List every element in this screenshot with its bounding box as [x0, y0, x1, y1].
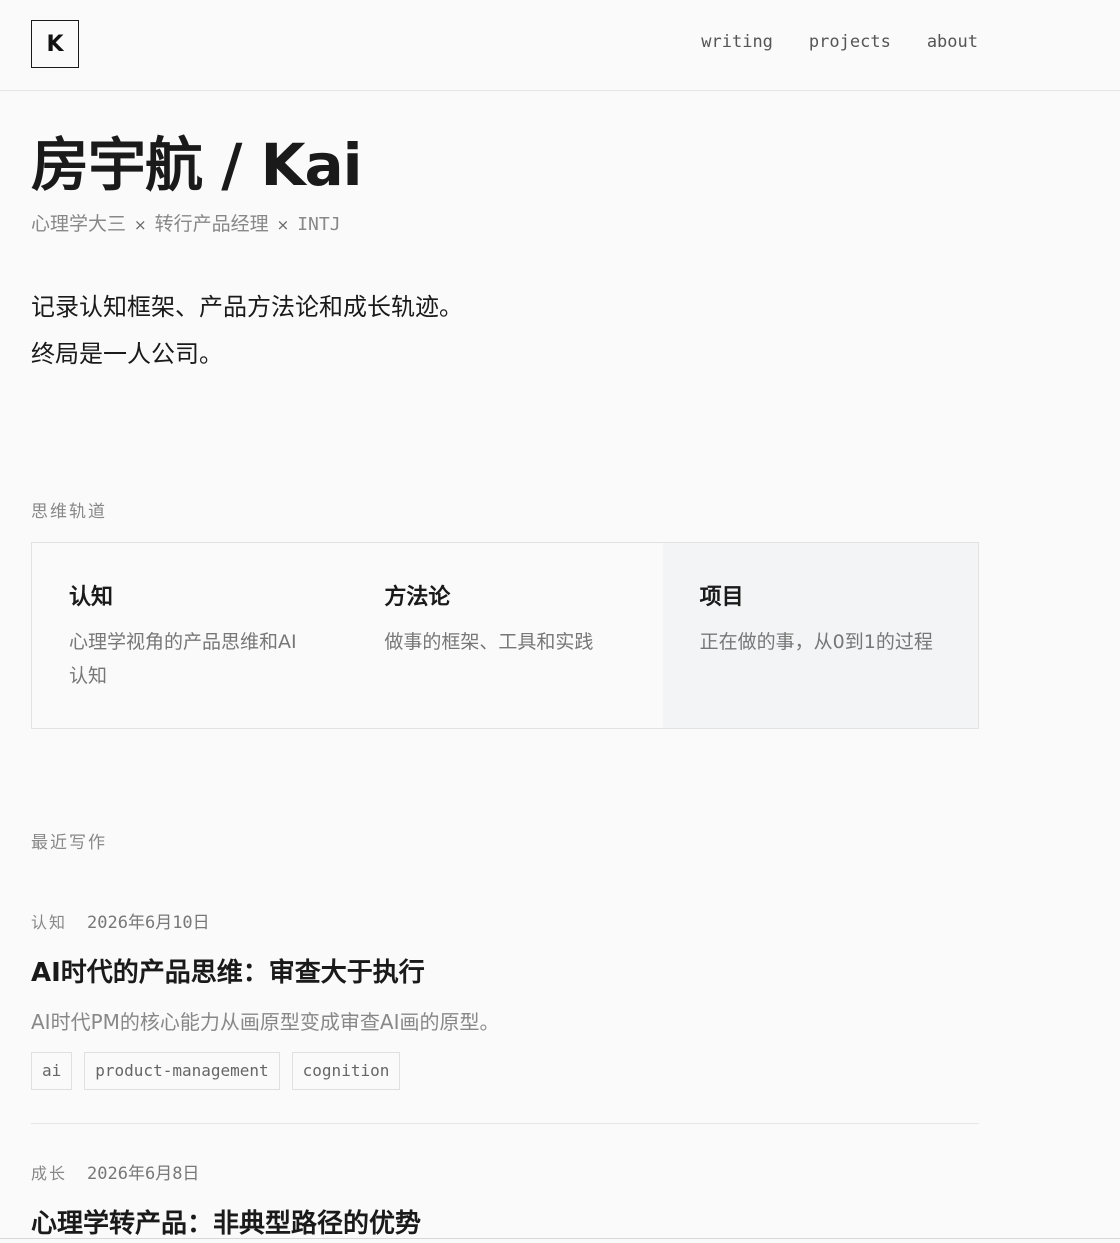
- intro-text: 记录认知框架、产品方法论和成长轨迹。 终局是一人公司。: [31, 284, 463, 378]
- track-desc: 心理学视角的产品思维和AI认知: [69, 631, 297, 687]
- post-title-link[interactable]: 心理学转产品：非典型路径的优势: [31, 1203, 421, 1240]
- viewport-edge: [0, 1238, 1120, 1239]
- main-nav: writing projects about: [701, 32, 978, 52]
- subtitle-role: 转行产品经理: [154, 213, 269, 235]
- post-category[interactable]: 认知: [31, 909, 67, 933]
- post-date: 2026年6月8日: [87, 1164, 200, 1184]
- subtitle-mbti: INTJ: [297, 214, 341, 235]
- tracks-grid: 认知 心理学视角的产品思维和AI认知 方法论 做事的框架、工具和实践 项目 正在…: [31, 542, 979, 729]
- subtitle-separator: ×: [276, 216, 290, 234]
- post-meta: 认知 2026年6月10日: [31, 908, 979, 936]
- tag-product-management[interactable]: product-management: [84, 1052, 280, 1090]
- nav-projects[interactable]: projects: [809, 32, 891, 52]
- track-title: 认知: [69, 585, 114, 610]
- post-item: 认知 2026年6月10日 AI时代的产品思维：审查大于执行 AI时代PM的核心…: [31, 908, 979, 1090]
- intro-line: 终局是一人公司。: [31, 340, 223, 368]
- track-desc: 做事的框架、工具和实践: [384, 631, 594, 653]
- post-excerpt: AI时代PM的核心能力从画原型变成审查AI画的原型。: [31, 1010, 500, 1034]
- track-desc: 正在做的事，从0到1的过程: [699, 631, 933, 653]
- page-title: 房宇航 / Kai: [31, 131, 363, 199]
- site-logo[interactable]: K: [31, 20, 79, 68]
- track-card-methodology[interactable]: 方法论 做事的框架、工具和实践: [347, 543, 662, 728]
- recent-section-label: 最近写作: [31, 833, 107, 853]
- track-title: 项目: [699, 585, 744, 610]
- tracks-section-label: 思维轨道: [31, 502, 107, 522]
- intro-line: 记录认知框架、产品方法论和成长轨迹。: [31, 293, 463, 321]
- post-category[interactable]: 成长: [31, 1160, 67, 1184]
- track-title: 方法论: [384, 585, 451, 610]
- post-tags: ai product-management cognition: [31, 1052, 401, 1090]
- tag-ai[interactable]: ai: [31, 1052, 73, 1090]
- nav-about[interactable]: about: [927, 32, 978, 52]
- hero-subtitle: 心理学大三 × 转行产品经理 × INTJ: [31, 209, 341, 236]
- subtitle-major: 心理学大三: [31, 213, 127, 235]
- post-date: 2026年6月10日: [87, 913, 210, 933]
- post-divider: [31, 1123, 979, 1124]
- site-header: K writing projects about: [0, 0, 1120, 91]
- post-meta: 成长 2026年6月8日: [31, 1159, 979, 1187]
- track-card-cognition[interactable]: 认知 心理学视角的产品思维和AI认知: [32, 543, 347, 728]
- subtitle-separator: ×: [134, 216, 147, 234]
- nav-writing[interactable]: writing: [701, 32, 773, 52]
- tag-cognition[interactable]: cognition: [291, 1052, 401, 1090]
- post-item: 成长 2026年6月8日 心理学转产品：非典型路径的优势: [31, 1159, 979, 1239]
- track-card-projects[interactable]: 项目 正在做的事，从0到1的过程: [662, 543, 978, 728]
- post-title-link[interactable]: AI时代的产品思维：审查大于执行: [31, 952, 425, 989]
